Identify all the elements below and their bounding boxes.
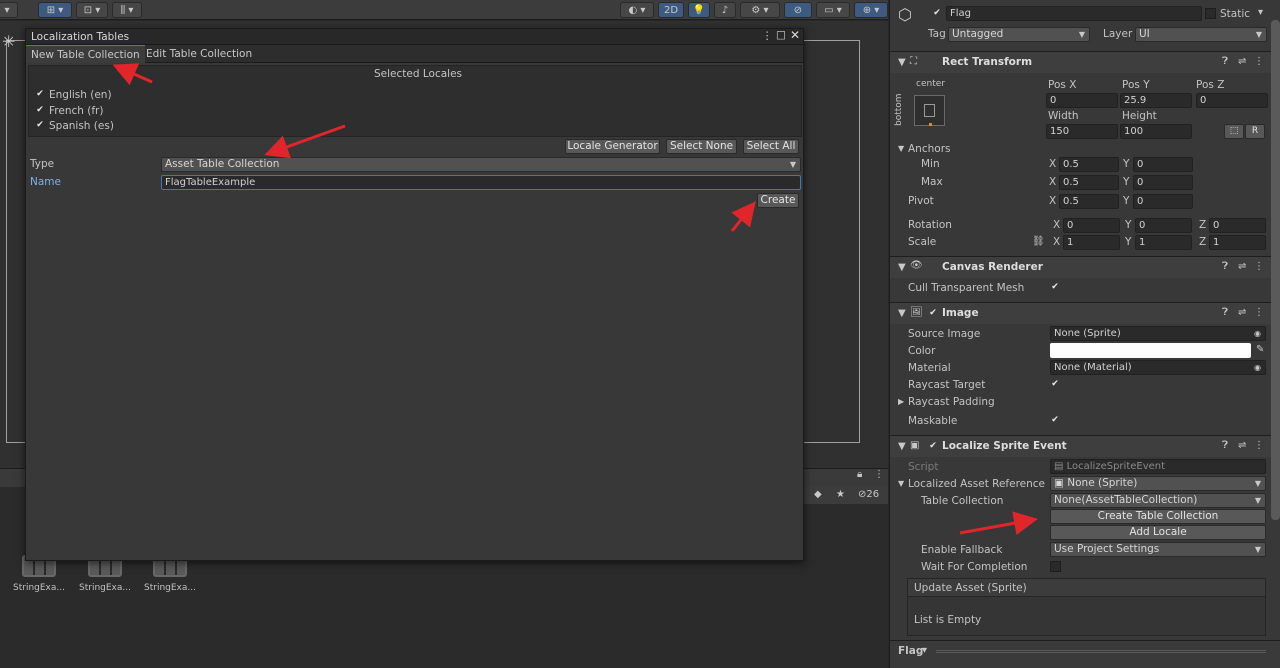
arrow-to-create	[730, 201, 756, 232]
arrow-to-create-table-collection	[959, 511, 1038, 536]
arrow-to-new-tab	[112, 63, 153, 86]
annotation-arrows	[112, 63, 1038, 536]
arrow-to-type	[264, 124, 346, 159]
